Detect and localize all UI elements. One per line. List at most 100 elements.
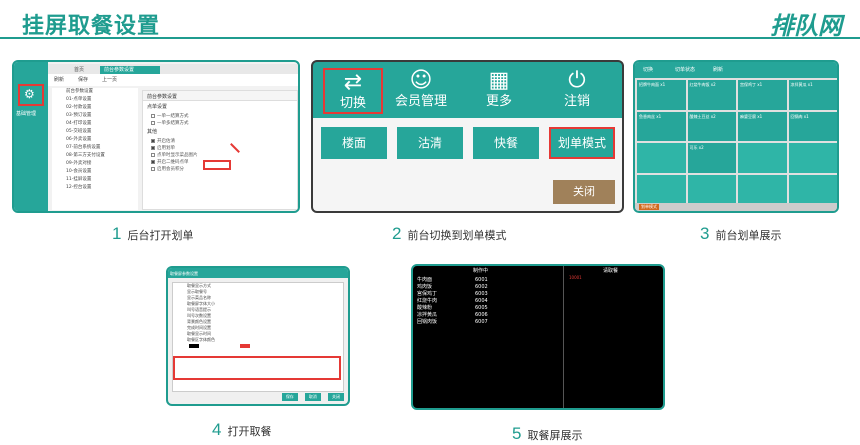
dialog-buttons: 保存 取消 关闭 [280, 383, 344, 402]
sold-out-button[interactable]: 沽清 [397, 127, 463, 159]
ready-header: 请取餐 [603, 268, 619, 274]
list-item: 红烧牛肉 6004 [417, 298, 488, 304]
floor-button[interactable]: 楼面 [321, 127, 387, 159]
caption-2: 2 前台切换到划单模式 [392, 224, 507, 243]
tree-item[interactable]: 10-会员设置 [52, 168, 138, 176]
tree-item[interactable]: 05-交班设置 [52, 128, 138, 136]
order-card[interactable]: 回锅肉 x1 [788, 111, 837, 141]
more-button[interactable]: ▦ 更多 [469, 68, 529, 114]
checkbox[interactable] [151, 159, 155, 164]
switch-button[interactable]: ⇄ 切换 [323, 68, 383, 114]
order-card[interactable] [738, 143, 787, 173]
order-card[interactable]: 可乐 x2 [687, 143, 736, 173]
checkbox[interactable] [151, 145, 155, 150]
caption-3: 3 前台划单展示 [700, 224, 782, 243]
checkbox[interactable] [151, 113, 155, 118]
order-card[interactable]: 红烧牛肉饭 x2 [687, 80, 736, 110]
order-card[interactable]: 酸辣土豆丝 x2 [687, 111, 736, 141]
tree-item[interactable]: 09-外卖对接 [52, 160, 138, 168]
prev-page-button[interactable]: 上一页 [102, 76, 117, 83]
called-number: 10001 [569, 275, 582, 280]
order-card[interactable]: 鱼香肉丝 x1 [637, 111, 686, 141]
backend-settings-screenshot: ⚙ 基础管理 首页 前台参数设置 刷新 保存 上一页 前台参数设置 01-点单设… [12, 60, 300, 213]
save-button[interactable]: 保存 [281, 393, 298, 401]
backend-sidebar: ⚙ 基础管理 [14, 62, 48, 211]
more-icon: ▦ [488, 68, 510, 93]
strike-mode-button[interactable]: 划单模式 [549, 127, 615, 159]
tree-item[interactable]: 04-打印设置 [52, 120, 138, 128]
tree-item[interactable]: 08-第三方支付设置 [52, 152, 138, 160]
highlight-box [173, 356, 341, 380]
red-swatch[interactable] [240, 344, 251, 348]
list-item: 牛肉面 6001 [417, 277, 488, 283]
power-icon: ⏻ [568, 68, 586, 93]
list-item: 酸辣粉 6005 [417, 305, 488, 311]
order-card[interactable] [637, 174, 686, 204]
order-card[interactable]: 凉拌黄瓜 x1 [788, 80, 837, 110]
mode-badge: 划单模式 [639, 204, 659, 210]
tree-item[interactable]: 03-预订设置 [52, 112, 138, 120]
caption-1: 1 后台打开划单 [112, 224, 194, 243]
black-swatch[interactable] [189, 344, 199, 348]
cancel-button[interactable]: 取消 [304, 393, 321, 401]
list-item: 凉拌黄瓜 6006 [417, 312, 488, 318]
tree-item[interactable]: 01-点单设置 [52, 96, 138, 104]
order-card[interactable] [788, 174, 837, 204]
option-row[interactable]: 点单时显示菜品图片 [143, 151, 297, 158]
tab-front-settings[interactable]: 前台参数设置 [100, 66, 160, 74]
preparing-list: 牛肉面 6001 鸡肉饭 6002 宫保鸡丁 6003 红烧牛肉 6004 酸辣粉 600… [417, 276, 488, 325]
tree-item[interactable]: 07-前台系统设置 [52, 144, 138, 152]
backend-tabs: 首页 前台参数设置 [48, 64, 298, 74]
member-management-button[interactable]: ☺ 会员管理 [391, 68, 451, 114]
backend-toolbar: 刷新 保存 上一页 [48, 74, 298, 86]
option-row[interactable]: 开启估清 [143, 137, 297, 144]
board-refresh-button[interactable]: 刷新 [713, 66, 723, 73]
save-button[interactable]: 保存 [78, 76, 88, 83]
frontend-switch-screenshot: ⇄ 切换 ☺ 会员管理 ▦ 更多 ⏻ 注销 楼面 沽清 快餐 划单模式 关闭 [311, 60, 624, 213]
board-topbar: 切换 切单状态 刷新 [635, 62, 837, 78]
board-switch-button[interactable]: 切换 [643, 66, 653, 73]
tab-home[interactable]: 首页 [70, 66, 88, 74]
order-card[interactable] [788, 143, 837, 173]
board-footer: 划单模式 [635, 203, 837, 211]
option-row[interactable]: 一单多结算方式 [143, 119, 297, 126]
tree-item[interactable]: 12-控台设置 [52, 184, 138, 192]
list-item: 宫保鸡丁 6003 [417, 291, 488, 297]
checkbox[interactable] [151, 120, 155, 125]
order-card[interactable]: 宫保鸡丁 x1 [738, 80, 787, 110]
tree-item[interactable]: 06-外卖设置 [52, 136, 138, 144]
column-divider [563, 266, 564, 408]
order-grid: 招牌牛肉面 x1 红烧牛肉饭 x2 宫保鸡丁 x1 凉拌黄瓜 x1 鱼香肉丝 x… [637, 80, 837, 204]
settings-button[interactable]: ⚙ [18, 84, 44, 106]
close-button[interactable]: 关闭 [553, 180, 615, 204]
page: 挂屏取餐设置 排队网 ⚙ 基础管理 首页 前台参数设置 刷新 保存 上一页 前台… [0, 0, 860, 445]
order-card[interactable]: 麻婆豆腐 x1 [738, 111, 787, 141]
option-row-enable-strike[interactable]: 启用划单 [143, 144, 297, 151]
close-button[interactable]: 关闭 [328, 393, 344, 401]
settings-form: 前台参数设置 点单设置 一单一结算方式 一单多结算方式 其他 开启估清 启用划单… [142, 90, 298, 210]
order-card[interactable]: 招牌牛肉面 x1 [637, 80, 686, 110]
frontend-topbar: ⇄ 切换 ☺ 会员管理 ▦ 更多 ⏻ 注销 [313, 62, 622, 118]
pickup-header: 制作中 请取餐 [413, 266, 663, 274]
checkbox[interactable] [151, 152, 155, 157]
fast-food-button[interactable]: 快餐 [473, 127, 539, 159]
board-status-button[interactable]: 切单状态 [675, 66, 695, 73]
color-swatches [173, 343, 343, 349]
form-section-title: 其他 [147, 129, 158, 135]
option-row[interactable]: 一单一结算方式 [143, 112, 297, 119]
form-title: 前台参数设置 [143, 91, 297, 101]
switch-icon: ⇄ [343, 70, 363, 95]
checkbox[interactable] [151, 138, 155, 143]
tree-item[interactable]: 前台参数设置 [52, 88, 138, 96]
tree-item[interactable]: 02-付款设置 [52, 104, 138, 112]
checkbox[interactable] [151, 166, 155, 171]
dialog-title: 取餐屏参数设置 [168, 268, 348, 278]
refresh-button[interactable]: 刷新 [54, 76, 64, 83]
tree-item[interactable]: 11-挂屏设置 [52, 176, 138, 184]
logout-button[interactable]: ⏻ 注销 [547, 68, 607, 114]
list-item: 鸡肉饭 6002 [417, 284, 488, 290]
order-card[interactable] [687, 174, 736, 204]
order-card[interactable] [738, 174, 787, 204]
member-icon: ☺ [409, 68, 433, 93]
order-card[interactable] [637, 143, 686, 173]
